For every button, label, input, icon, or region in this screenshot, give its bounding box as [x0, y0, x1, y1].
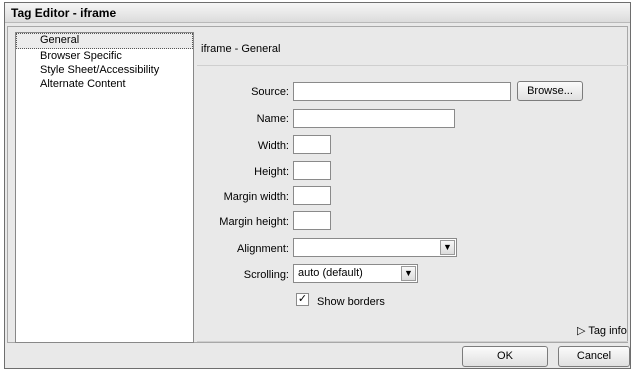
source-label: Source:: [251, 86, 289, 98]
footer-separator: [197, 341, 628, 342]
chevron-down-icon[interactable]: ▼: [440, 240, 455, 255]
margin-height-label: Margin height:: [219, 216, 289, 228]
scrolling-value: auto (default): [298, 267, 363, 279]
height-input[interactable]: [293, 161, 331, 180]
height-label: Height:: [254, 166, 289, 178]
category-item-browser-specific[interactable]: Browser Specific: [16, 49, 193, 63]
margin-width-input[interactable]: [293, 186, 331, 205]
window-title: Tag Editor - iframe: [5, 3, 630, 23]
width-label: Width:: [257, 140, 289, 152]
margin-width-label: Margin width:: [223, 191, 289, 203]
scrolling-label: Scrolling:: [243, 269, 289, 281]
browse-button[interactable]: Browse...: [517, 81, 583, 101]
show-borders-label: Show borders: [317, 296, 385, 308]
alignment-label: Alignment:: [237, 243, 289, 255]
show-borders-checkbox[interactable]: ✓: [296, 293, 309, 306]
category-item-style-sheet-accessibility[interactable]: Style Sheet/Accessibility: [16, 63, 193, 77]
chevron-down-icon[interactable]: ▼: [401, 266, 416, 281]
margin-height-input[interactable]: [293, 211, 331, 230]
source-input[interactable]: [293, 82, 511, 101]
ok-button[interactable]: OK: [462, 346, 548, 367]
tag-editor-dialog: Tag Editor - iframe General Browser Spec…: [4, 2, 631, 369]
scrolling-select[interactable]: auto (default) ▼: [293, 264, 418, 283]
cancel-button[interactable]: Cancel: [558, 346, 630, 367]
tag-info-toggle[interactable]: ▷ Tag info: [577, 324, 627, 337]
name-label: Name:: [256, 113, 289, 125]
alignment-select[interactable]: ▼: [293, 238, 457, 257]
panel-separator: [197, 65, 628, 66]
panel-title: iframe - General: [201, 43, 281, 55]
width-input[interactable]: [293, 135, 331, 154]
category-item-alternate-content[interactable]: Alternate Content: [16, 77, 193, 91]
category-list: General Browser Specific Style Sheet/Acc…: [15, 32, 194, 343]
category-item-general[interactable]: General: [16, 33, 193, 49]
name-input[interactable]: [293, 109, 455, 128]
